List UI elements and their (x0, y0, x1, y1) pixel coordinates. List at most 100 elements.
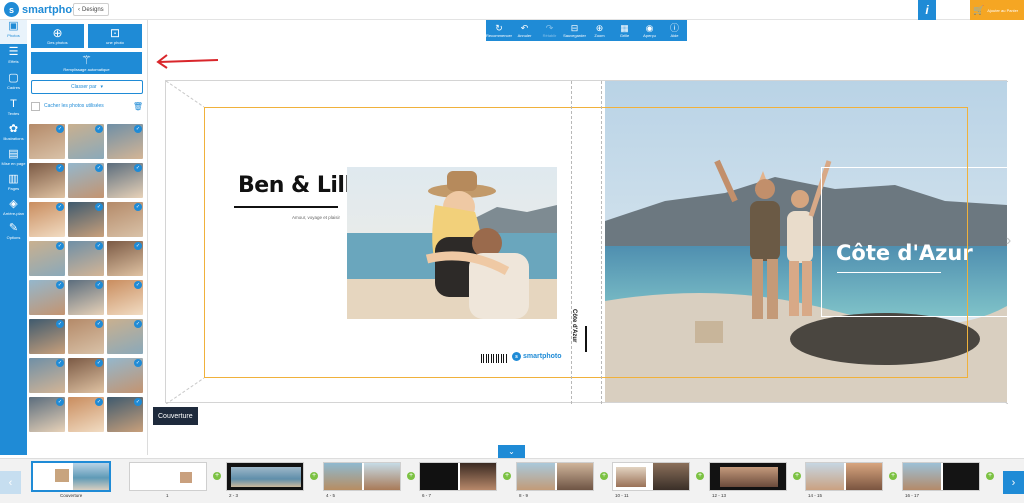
rail-label: Options (6, 235, 21, 240)
spine-guide-left (571, 81, 572, 404)
spread-10-11[interactable] (612, 462, 690, 491)
check-icon: ✓ (134, 203, 142, 211)
photo-thumbnail[interactable]: ✓ (107, 397, 143, 432)
rail-item-photos[interactable]: ▣ Photos (0, 20, 27, 44)
photo-thumbnail[interactable]: ✓ (29, 397, 65, 432)
preview-button[interactable]: ◉ Aperçu (637, 20, 662, 41)
photo-thumbnail[interactable]: ✓ (29, 319, 65, 354)
save-button[interactable]: ⊟ Sauvegarder (562, 20, 587, 41)
toolbar-label: Grille (619, 33, 630, 38)
photo-thumbnail[interactable]: ✓ (68, 319, 104, 354)
rail-item-layout[interactable]: ▤ Mise en page (0, 148, 27, 172)
check-icon: ✓ (56, 242, 64, 250)
grid-button[interactable]: ▦ Grille (612, 20, 637, 41)
spread-thumb-image (616, 467, 646, 487)
couple-photo (347, 167, 557, 319)
zoom-button[interactable]: ⊕ Zoom (587, 20, 612, 41)
photo-thumbnail[interactable]: ✓ (107, 202, 143, 237)
layout-icon: ▤ (8, 148, 19, 160)
spread-14-15[interactable] (805, 462, 883, 491)
spread-cover[interactable] (31, 461, 111, 492)
undo-button[interactable]: ↶ Annuler (512, 20, 537, 41)
photo-thumbnail[interactable]: ✓ (68, 358, 104, 393)
rail-item-texts[interactable]: T Textes (0, 98, 27, 122)
chevron-right-icon: › (1011, 476, 1016, 489)
photo-thumbnail[interactable]: ✓ (68, 397, 104, 432)
redo-icon: ↷ (545, 23, 554, 33)
rail-label: Illustrations (3, 136, 24, 141)
add-page-icon[interactable]: + (503, 472, 511, 480)
undo-icon: ↶ (520, 23, 529, 33)
photo-thumbnail[interactable]: ✓ (29, 358, 65, 393)
help-button[interactable]: ⓘ Aide (662, 20, 687, 41)
spread-label: 6 - 7 (422, 493, 432, 498)
photo-thumbnail[interactable]: ✓ (107, 358, 143, 393)
options-icon: ✎ (8, 222, 19, 234)
add-page-icon[interactable]: + (696, 472, 704, 480)
trash-icon[interactable]: 🗑 (133, 102, 143, 111)
rail-item-background[interactable]: ◈ Arrière-plan (0, 198, 27, 222)
one-photo-button[interactable]: ⊡ une photo (88, 24, 142, 48)
rail-label: Arrière-plan (3, 211, 24, 216)
photo-thumbnail[interactable]: ✓ (107, 124, 143, 159)
cover-canvas[interactable]: Côte d'Azur Ben & Lilly Amour, voyage et… (165, 80, 1008, 404)
photo-thumbnail[interactable]: ✓ (29, 202, 65, 237)
spread-6-7[interactable] (419, 462, 497, 491)
strip-next-button[interactable]: › (1003, 471, 1024, 494)
check-icon: ✓ (56, 203, 64, 211)
spine-text[interactable]: Côte d'Azur (571, 309, 577, 342)
strip-prev-button[interactable]: ‹ (0, 471, 21, 494)
check-icon: ✓ (95, 320, 103, 328)
check-icon: ✓ (56, 164, 64, 172)
spread-label: 1 (166, 493, 169, 498)
photo-thumbnail[interactable]: ✓ (68, 163, 104, 198)
redo-button[interactable]: ↷ Rétablir (537, 20, 562, 41)
photo-thumbnail[interactable]: ✓ (29, 124, 65, 159)
front-cover-photo[interactable] (347, 167, 557, 319)
spread-8-9[interactable] (516, 462, 594, 491)
add-to-cart-button[interactable]: 🛒 Ajouter au Panier (970, 0, 1024, 20)
photo-thumbnail[interactable]: ✓ (107, 241, 143, 276)
spread-label: Couverture (60, 493, 83, 498)
spread-4-5[interactable] (323, 462, 401, 491)
sort-dropdown[interactable]: Classer par ▾ (31, 80, 143, 94)
photo-thumbnail[interactable]: ✓ (107, 319, 143, 354)
cart-label: Ajouter au Panier (987, 7, 1019, 13)
photo-thumbnail[interactable]: ✓ (107, 280, 143, 315)
restart-button[interactable]: ↻ Recommencer (486, 20, 512, 41)
add-page-icon[interactable]: + (793, 472, 801, 480)
add-page-icon[interactable]: + (407, 472, 415, 480)
next-page-chevron-icon[interactable]: › (1006, 232, 1020, 250)
spread-16-17[interactable] (902, 462, 980, 491)
photo-thumbnail[interactable]: ✓ (29, 280, 65, 315)
autofill-button[interactable]: ⚚ Remplissage automatique (31, 52, 142, 74)
logo[interactable]: s smartphoto (4, 2, 83, 17)
spread-12-13[interactable] (709, 462, 787, 491)
back-to-designs-button[interactable]: ‹ Designs (73, 3, 109, 16)
add-page-icon[interactable]: + (310, 472, 318, 480)
rail-item-options[interactable]: ✎ Options (0, 222, 27, 246)
rail-item-frames[interactable]: ▢ Cadres (0, 72, 27, 96)
photo-thumbnail[interactable]: ✓ (68, 241, 104, 276)
rail-item-pages[interactable]: ▥ Pages (0, 173, 27, 197)
photo-thumbnail[interactable]: ✓ (68, 280, 104, 315)
photo-thumbnail[interactable]: ✓ (68, 202, 104, 237)
spread-2-3[interactable] (226, 462, 304, 491)
rail-item-effects[interactable]: ☰ Effets (0, 46, 27, 70)
rail-item-illustrations[interactable]: ✿ Illustrations (0, 123, 27, 147)
add-page-icon[interactable]: + (986, 472, 994, 480)
add-page-icon[interactable]: + (889, 472, 897, 480)
photo-thumbnail[interactable]: ✓ (68, 124, 104, 159)
add-page-icon[interactable]: + (600, 472, 608, 480)
hide-used-checkbox[interactable] (31, 101, 40, 111)
add-photos-button[interactable]: ⊕ Des photos (31, 24, 84, 48)
cover-subtitle[interactable]: Amour, voyage et plaisir (292, 215, 340, 220)
check-icon: ✓ (95, 164, 103, 172)
strip-toggle-button[interactable]: ⌄ (498, 445, 525, 458)
photo-thumbnail[interactable]: ✓ (107, 163, 143, 198)
spread-1[interactable] (129, 462, 207, 491)
photo-thumbnail[interactable]: ✓ (29, 163, 65, 198)
info-button[interactable]: i (918, 0, 936, 20)
add-page-icon[interactable]: + (213, 472, 221, 480)
photo-thumbnail[interactable]: ✓ (29, 241, 65, 276)
